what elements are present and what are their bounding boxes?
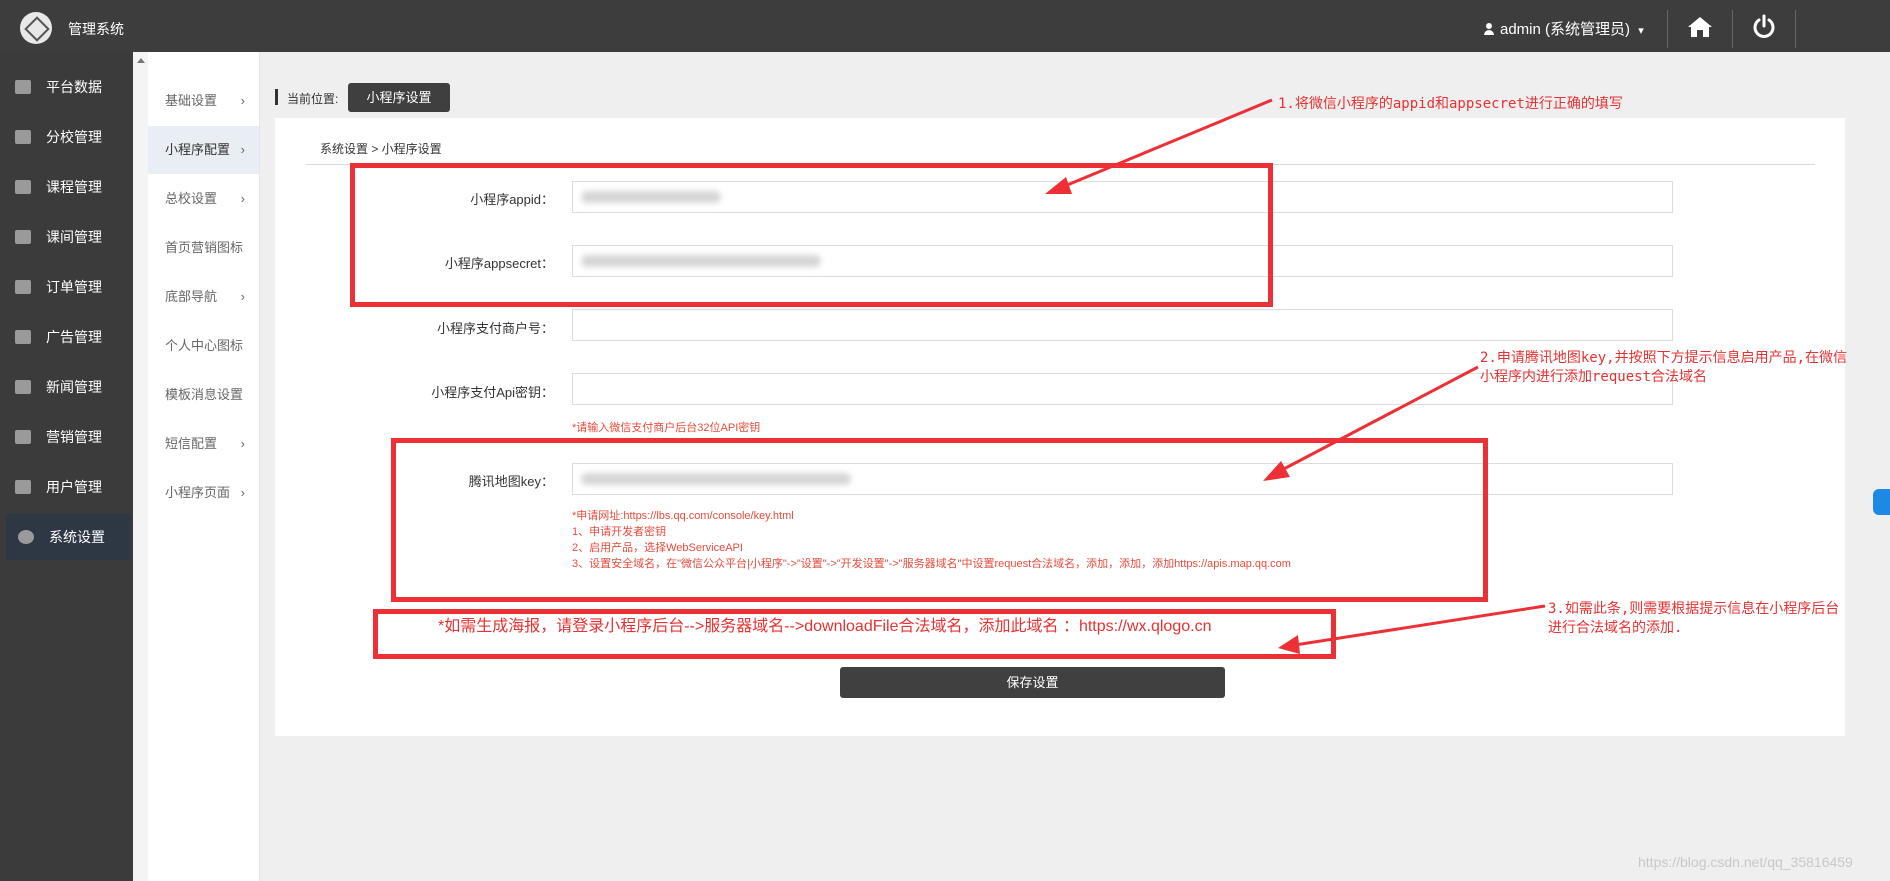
annotation-note-1: 1.将微信小程序的appid和appsecret进行正确的填写	[1278, 96, 1623, 112]
submenu-item-profile-icons[interactable]: 个人中心图标	[148, 322, 259, 370]
home-button[interactable]	[1681, 10, 1719, 44]
annotation-note-2: 2.申请腾讯地图key,并按照下方提示信息启用产品,在微信 小程序内进行添加re…	[1480, 349, 1847, 387]
submenu-item-bottom-nav[interactable]: 底部导航 ›	[148, 273, 259, 321]
submenu-item-label: 短信配置	[165, 436, 218, 451]
chart-line-icon	[15, 80, 31, 94]
api-key-hint: *请输入微信支付商户后台32位API密钥	[572, 422, 761, 434]
sidebar-item-label: 营销管理	[46, 429, 102, 445]
submenu-item-label: 基础设置	[165, 93, 218, 108]
sidebar-item-label: 新闻管理	[46, 379, 102, 395]
divider	[1795, 10, 1796, 48]
annotation-box-credentials	[350, 163, 1273, 307]
sub-sidebar: 基础设置 › 小程序配置 › 总校设置 › 首页营销图标 底部导航 › 个人中心图标 模…	[148, 52, 260, 881]
submenu-item-pages[interactable]: 小程序页面 ›	[148, 469, 259, 517]
submenu-item-label: 模板消息设置	[165, 387, 244, 402]
location-label: 当前位置:	[287, 92, 339, 106]
sidebar-item-label: 广告管理	[46, 329, 102, 345]
chevron-right-icon: ›	[240, 142, 245, 157]
power-button[interactable]	[1745, 10, 1783, 44]
sidebar-item-label: 分校管理	[46, 129, 102, 145]
sidebar-item-marketing[interactable]: 营销管理	[0, 414, 133, 460]
divider	[1732, 10, 1733, 48]
submenu-item-template-msg[interactable]: 模板消息设置	[148, 371, 259, 419]
submenu-item-miniapp[interactable]: 小程序配置 ›	[148, 126, 259, 174]
chevron-right-icon: ›	[240, 289, 245, 304]
scroll-up-icon[interactable]	[137, 58, 145, 63]
sidebar-item-course[interactable]: 课程管理	[0, 164, 133, 210]
sidebar-item-news[interactable]: 新闻管理	[0, 364, 133, 410]
bell-icon	[15, 330, 31, 344]
sidebar-item-label: 平台数据	[46, 79, 102, 95]
home-icon	[1688, 17, 1712, 37]
top-bar: 管理系统 admin (系统管理员) ▾	[0, 0, 1890, 52]
sidebar-item-label: 课程管理	[46, 179, 102, 195]
sidebar-item-system-settings[interactable]: 系统设置	[6, 514, 130, 560]
sidebar-scrollbar[interactable]	[133, 52, 149, 881]
app-title: 管理系统	[68, 21, 124, 37]
money-icon	[15, 280, 31, 294]
user-menu[interactable]: admin (系统管理员) ▾	[1484, 18, 1644, 39]
annotation-note-2-line: 小程序内进行添加request合法域名	[1480, 369, 1708, 385]
sidebar-item-users[interactable]: 用户管理	[0, 464, 133, 510]
book-icon	[15, 180, 31, 194]
sidebar-item-ads[interactable]: 广告管理	[0, 314, 133, 360]
submenu-item-home-icons[interactable]: 首页营销图标	[148, 224, 259, 272]
divider	[1667, 10, 1668, 48]
submenu-item-label: 小程序配置	[165, 142, 231, 157]
chevron-right-icon: ›	[240, 485, 245, 500]
submenu-item-head-school[interactable]: 总校设置 ›	[148, 175, 259, 223]
sidebar-item-platform-data[interactable]: 平台数据	[0, 64, 133, 110]
sidebar-item-orders[interactable]: 订单管理	[0, 264, 133, 310]
submenu-item-sms[interactable]: 短信配置 ›	[148, 420, 259, 468]
floating-widget-button[interactable]	[1873, 489, 1890, 515]
logo-icon	[20, 12, 52, 44]
annotation-note-2-line: 2.申请腾讯地图key,并按照下方提示信息启用产品,在微信	[1480, 350, 1847, 366]
sidebar-item-branch[interactable]: 分校管理	[0, 114, 133, 160]
merchant-id-label: 小程序支付商户号：	[436, 321, 554, 336]
sidebar-item-label: 系统设置	[49, 529, 105, 545]
location-tab[interactable]: 小程序设置	[348, 83, 450, 112]
user-icon	[15, 480, 31, 494]
sidebar-item-label: 用户管理	[46, 479, 102, 495]
submenu-item-basic[interactable]: 基础设置 ›	[148, 77, 259, 125]
submenu-item-label: 小程序页面	[165, 485, 231, 500]
submenu-item-label: 底部导航	[165, 289, 218, 304]
annotation-note-3-line: 3.如需此条,则需要根据提示信息在小程序后台	[1548, 601, 1840, 617]
merchant-id-input[interactable]	[572, 309, 1673, 341]
chevron-right-icon: ›	[240, 191, 245, 206]
annotation-note-3-line: 进行合法域名的添加.	[1548, 620, 1683, 636]
main-sidebar: 平台数据 分校管理 课程管理 课间管理 订单管理 广告管理 新闻管理 营销管理 …	[0, 52, 133, 881]
location-marker	[275, 89, 278, 105]
user-icon	[1484, 23, 1494, 35]
caret-down-icon: ▾	[1638, 25, 1644, 37]
sidebar-item-label: 课间管理	[46, 229, 102, 245]
newspaper-icon	[15, 380, 31, 394]
chevron-right-icon: ›	[240, 93, 245, 108]
api-key-label: 小程序支付Api密钥：	[431, 385, 554, 400]
user-label: admin (系统管理员)	[1500, 21, 1631, 38]
chevron-right-icon: ›	[240, 436, 245, 451]
submenu-item-label: 个人中心图标	[165, 338, 244, 353]
building-icon	[15, 130, 31, 144]
sidebar-item-break[interactable]: 课间管理	[0, 214, 133, 260]
submenu-item-label: 总校设置	[165, 191, 218, 206]
annotation-box-poster	[373, 609, 1336, 659]
gear-icon	[18, 530, 34, 544]
annotation-box-map-key	[391, 438, 1488, 602]
power-icon	[1753, 14, 1775, 38]
breadcrumb: 系统设置 > 小程序设置	[320, 142, 442, 156]
submenu-item-label: 首页营销图标	[165, 240, 244, 255]
support-icon	[15, 230, 31, 244]
gift-icon	[15, 430, 31, 444]
save-settings-button[interactable]: 保存设置	[840, 667, 1225, 698]
watermark: https://blog.csdn.net/qq_35816459	[1638, 854, 1853, 870]
annotation-note-3: 3.如需此条,则需要根据提示信息在小程序后台 进行合法域名的添加.	[1548, 600, 1839, 638]
sidebar-item-label: 订单管理	[46, 279, 102, 295]
